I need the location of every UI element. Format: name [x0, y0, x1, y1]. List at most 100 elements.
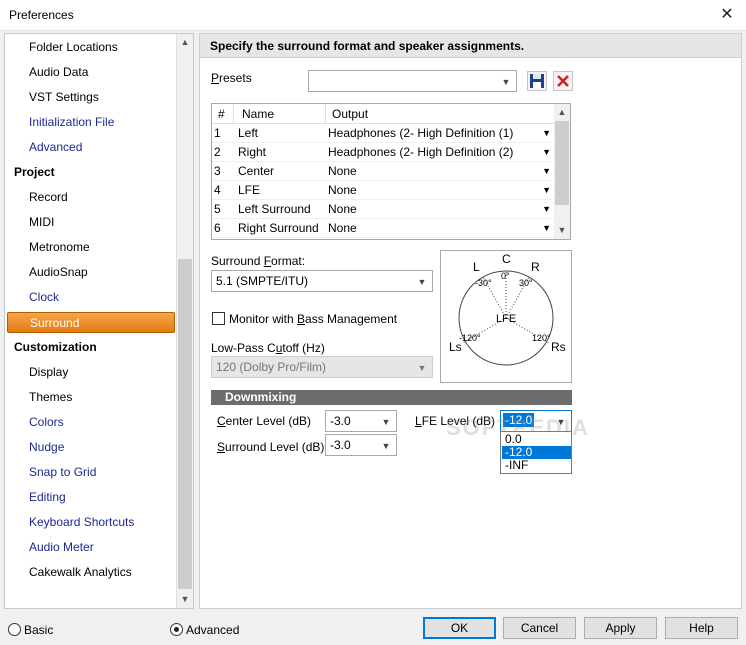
dropdown-arrow-icon[interactable]: ▼ — [542, 200, 551, 219]
speaker-lfe-label: LFE — [496, 313, 516, 325]
tree-item-themes[interactable]: Themes — [29, 387, 72, 407]
row-output[interactable]: None — [328, 219, 538, 238]
cancel-button[interactable]: Cancel — [503, 617, 576, 639]
chevron-down-icon: ▼ — [417, 277, 427, 287]
dropdown-arrow-icon[interactable]: ▼ — [542, 143, 551, 162]
table-row[interactable]: 5 Left Surround None ▼ — [212, 200, 555, 219]
tree-item-record[interactable]: Record — [29, 187, 68, 207]
table-row[interactable]: 4 LFE None ▼ — [212, 181, 555, 200]
advanced-mode-radio[interactable] — [170, 623, 183, 636]
ok-button[interactable]: OK — [423, 617, 496, 639]
surround-format-combo[interactable]: 5.1 (SMPTE/ITU) ▼ — [211, 270, 433, 292]
tree-scrollbar[interactable]: ▲ ▼ — [176, 34, 193, 608]
row-number: 4 — [214, 183, 221, 197]
angle-0-label: 0° — [501, 271, 510, 281]
tree-item-clock[interactable]: Clock — [29, 287, 59, 307]
grid-scrollbar[interactable]: ▲ ▼ — [554, 104, 570, 239]
tree-item-audio-meter[interactable]: Audio Meter — [29, 537, 94, 557]
downmixing-group-header: Downmixing — [211, 390, 572, 405]
preferences-tree: Folder Locations Audio Data VST Settings… — [4, 33, 194, 609]
row-output[interactable]: None — [328, 200, 538, 219]
save-preset-button[interactable] — [527, 71, 547, 91]
tree-category-project[interactable]: Project — [14, 162, 55, 182]
dropdown-arrow-icon[interactable]: ▼ — [542, 219, 551, 238]
lfe-level-dropdown-list[interactable]: 0.0 -12.0 -INF — [500, 431, 572, 474]
tree-item-midi[interactable]: MIDI — [29, 212, 54, 232]
row-name: Right Surround — [238, 221, 319, 235]
scroll-up-icon[interactable]: ▲ — [177, 34, 193, 51]
row-number: 2 — [214, 145, 221, 159]
grid-scrollbar-thumb[interactable] — [555, 121, 569, 205]
tree-item-metronome[interactable]: Metronome — [29, 237, 90, 257]
dropdown-arrow-icon[interactable]: ▼ — [542, 124, 551, 143]
speaker-l-label: L — [473, 260, 480, 274]
basic-mode-label[interactable]: Basic — [24, 623, 53, 637]
tree-item-vst-settings[interactable]: VST Settings — [29, 87, 99, 107]
tree-item-keyboard-shortcuts[interactable]: Keyboard Shortcuts — [29, 512, 134, 532]
tree-item-audio-data[interactable]: Audio Data — [29, 62, 88, 82]
tree-item-snap-to-grid[interactable]: Snap to Grid — [29, 462, 96, 482]
tree-item-colors[interactable]: Colors — [29, 412, 64, 432]
tree-item-display[interactable]: Display — [29, 362, 68, 382]
lowpass-cutoff-value: 120 (Dolby Pro/Film) — [216, 360, 327, 374]
tree-item-editing[interactable]: Editing — [29, 487, 66, 507]
delete-preset-button[interactable] — [553, 71, 573, 91]
chevron-down-icon: ▼ — [381, 441, 391, 451]
column-header-output: Output — [326, 104, 555, 124]
apply-button[interactable]: Apply — [584, 617, 657, 639]
row-name: LFE — [238, 183, 261, 197]
table-row[interactable]: 6 Right Surround None ▼ — [212, 219, 555, 238]
basic-mode-radio[interactable] — [8, 623, 21, 636]
center-level-combo[interactable]: -3.0 ▼ — [325, 410, 397, 432]
row-output[interactable]: Headphones (2- High Definition (2) — [328, 143, 538, 162]
window-title: Preferences — [9, 8, 74, 22]
table-row[interactable]: 3 Center None ▼ — [212, 162, 555, 181]
row-output[interactable]: None — [328, 162, 538, 181]
section-header: Specify the surround format and speaker … — [199, 33, 742, 58]
monitor-bass-management-label[interactable]: Monitor with Bass Management — [229, 312, 397, 326]
tree-item-surround[interactable]: Surround — [7, 312, 175, 333]
section-header-text: Specify the surround format and speaker … — [210, 39, 525, 53]
scroll-down-icon[interactable]: ▼ — [554, 222, 570, 239]
lfe-option[interactable]: -INF — [502, 459, 571, 472]
surround-level-combo[interactable]: -3.0 ▼ — [325, 434, 397, 456]
table-row[interactable]: 1 Left Headphones (2- High Definition (1… — [212, 124, 555, 143]
tree-item-advanced[interactable]: Advanced — [29, 137, 82, 157]
row-output[interactable]: None — [328, 181, 538, 200]
surround-level-value: -3.0 — [330, 438, 351, 452]
lowpass-cutoff-combo: 120 (Dolby Pro/Film) ▼ — [211, 356, 433, 378]
tree-item-folder-locations[interactable]: Folder Locations — [29, 37, 118, 57]
dropdown-arrow-icon[interactable]: ▼ — [542, 162, 551, 181]
surround-level-label: Surround Level (dB) — [217, 440, 325, 454]
tree-item-nudge[interactable]: Nudge — [29, 437, 64, 457]
tree-item-cakewalk-analytics[interactable]: Cakewalk Analytics — [29, 562, 132, 582]
tree-item-audiosnap[interactable]: AudioSnap — [29, 262, 88, 282]
surround-format-label: Surround Format: — [211, 254, 306, 268]
tree-item-initialization-file[interactable]: Initialization File — [29, 112, 114, 132]
chevron-down-icon: ▼ — [501, 77, 511, 87]
tree-category-customization[interactable]: Customization — [14, 337, 97, 357]
tree-scrollbar-thumb[interactable] — [178, 259, 192, 589]
chevron-down-icon: ▼ — [417, 363, 427, 373]
speaker-layout-svg: C L R 0° -30° 30° LFE -120° 120° Ls Rs — [449, 252, 566, 366]
advanced-mode-label[interactable]: Advanced — [186, 623, 239, 637]
center-level-label: Center Level (dB) — [217, 414, 312, 428]
tree-item-surround-label: Surround — [30, 316, 80, 330]
dropdown-arrow-icon[interactable]: ▼ — [542, 181, 551, 200]
scroll-down-icon[interactable]: ▼ — [177, 591, 193, 608]
row-name: Left Surround — [238, 202, 311, 216]
monitor-bass-management-checkbox[interactable] — [212, 312, 225, 325]
speaker-assignment-grid: # Name Output 1 Left Headphones (2- High… — [211, 103, 571, 240]
speaker-ls-label: Ls — [449, 340, 462, 354]
speaker-layout-diagram: C L R 0° -30° 30° LFE -120° 120° Ls Rs — [440, 250, 572, 383]
help-button[interactable]: Help — [665, 617, 738, 639]
row-output[interactable]: Headphones (2- High Definition (1) — [328, 124, 538, 143]
table-row[interactable]: 2 Right Headphones (2- High Definition (… — [212, 143, 555, 162]
close-icon[interactable]: ✕ — [716, 5, 738, 25]
scroll-up-icon[interactable]: ▲ — [554, 104, 570, 121]
row-name: Left — [238, 126, 259, 140]
row-number: 3 — [214, 164, 221, 178]
presets-combo[interactable]: ▼ — [308, 70, 517, 92]
surround-format-value: 5.1 (SMPTE/ITU) — [216, 274, 309, 288]
row-name: Right — [238, 145, 267, 159]
